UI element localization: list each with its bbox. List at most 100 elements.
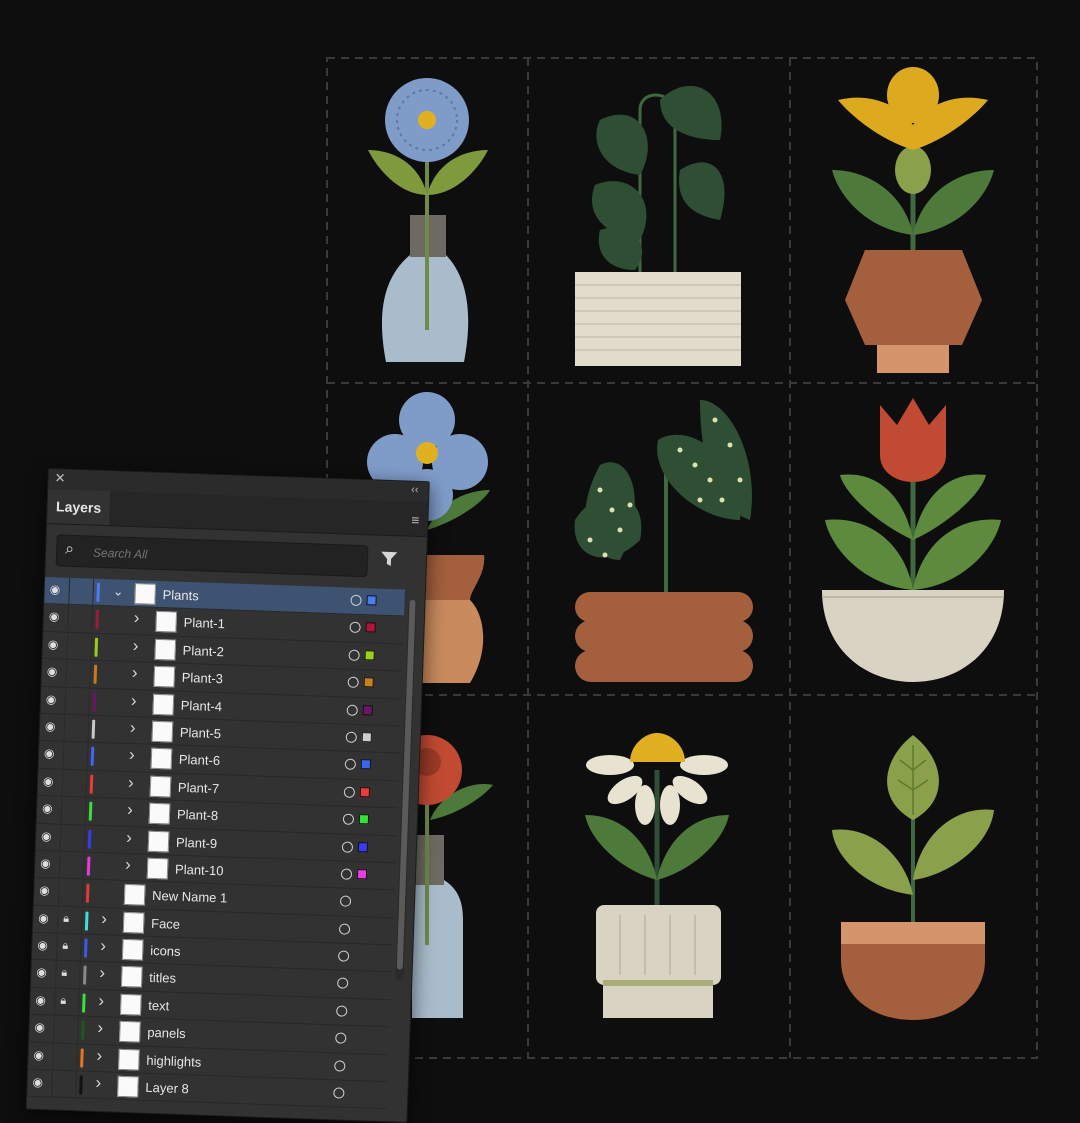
selection-indicator[interactable] <box>362 704 373 716</box>
chevron-right-icon[interactable]: › <box>101 909 107 929</box>
selection-indicator[interactable] <box>363 677 374 688</box>
chevron-right-icon[interactable]: › <box>131 691 137 711</box>
search-box[interactable]: ⌕ <box>55 534 369 578</box>
chevron-right-icon[interactable]: › <box>130 718 136 738</box>
lock-toggle[interactable]: 🔒︎ <box>56 906 83 934</box>
lock-toggle[interactable]: 🔒︎ <box>54 961 81 988</box>
selection-indicator[interactable] <box>364 649 375 661</box>
target-circle-icon[interactable] <box>348 649 360 661</box>
visibility-toggle[interactable]: ◉ <box>42 631 69 659</box>
chevron-right-icon[interactable]: › <box>127 800 133 820</box>
selection-indicator[interactable] <box>365 622 376 633</box>
panel-menu-icon[interactable]: ≡ <box>411 512 420 528</box>
target-circle-icon[interactable] <box>347 676 359 689</box>
lock-toggle[interactable] <box>68 577 95 605</box>
target-circle-icon[interactable] <box>344 758 357 771</box>
lock-toggle[interactable] <box>65 659 92 687</box>
visibility-toggle[interactable]: ◉ <box>30 960 57 988</box>
lock-toggle[interactable] <box>51 1070 77 1098</box>
visibility-toggle[interactable]: ◉ <box>44 576 71 604</box>
layer-name[interactable]: Plants <box>162 587 199 603</box>
visibility-toggle[interactable]: ◉ <box>28 1042 54 1070</box>
layer-name[interactable]: New Name 1 <box>152 888 228 906</box>
selection-indicator[interactable] <box>357 841 369 852</box>
layer-name[interactable]: panels <box>147 1025 186 1041</box>
chevron-right-icon[interactable]: › <box>100 936 106 956</box>
target-circle-icon[interactable] <box>345 731 357 743</box>
target-circle-icon[interactable] <box>349 622 361 634</box>
target-circle-icon[interactable] <box>340 868 353 880</box>
target-circle-icon[interactable] <box>350 594 362 607</box>
selection-indicator[interactable] <box>358 814 370 825</box>
lock-toggle[interactable]: 🔒︎ <box>53 988 80 1016</box>
layers-panel[interactable]: ✕ ‹‹ Layers ≡ ⌕ ◉ ⌄ Plants ◉ › Plant-1 ◉ › Plant… <box>25 468 430 1123</box>
lock-toggle[interactable] <box>67 605 94 633</box>
chevron-right-icon[interactable]: › <box>128 773 134 793</box>
lock-toggle[interactable] <box>58 851 85 879</box>
layer-name[interactable]: Plant-4 <box>181 697 223 713</box>
target-circle-icon[interactable] <box>341 841 354 853</box>
layer-name[interactable]: Plant-2 <box>182 643 224 659</box>
chevron-right-icon[interactable]: › <box>99 964 105 984</box>
layer-name[interactable]: Face <box>151 916 180 932</box>
layer-name[interactable]: titles <box>149 970 176 986</box>
selection-indicator[interactable] <box>361 732 372 743</box>
visibility-toggle[interactable]: ◉ <box>37 768 64 796</box>
double-chevron-left-icon[interactable]: ‹‹ <box>411 484 419 496</box>
layer-name[interactable]: Plant-9 <box>176 834 218 850</box>
layer-name[interactable]: Plant-7 <box>178 779 220 795</box>
chevron-right-icon[interactable]: › <box>126 827 132 847</box>
visibility-toggle[interactable]: ◉ <box>27 1069 53 1097</box>
target-circle-icon[interactable] <box>343 786 356 798</box>
layer-name[interactable]: Layer 8 <box>145 1080 189 1097</box>
chevron-right-icon[interactable]: › <box>97 1018 103 1038</box>
lock-toggle[interactable] <box>57 878 84 906</box>
lock-toggle[interactable] <box>60 796 87 824</box>
target-circle-icon[interactable] <box>335 1032 347 1045</box>
visibility-toggle[interactable]: ◉ <box>41 659 68 686</box>
target-circle-icon[interactable] <box>339 895 352 908</box>
chevron-right-icon[interactable]: › <box>98 991 104 1011</box>
chevron-right-icon[interactable]: › <box>133 608 139 628</box>
search-input[interactable] <box>90 542 346 572</box>
layer-name[interactable]: text <box>148 998 169 1014</box>
chevron-right-icon[interactable]: › <box>125 855 131 875</box>
chevron-right-icon[interactable]: › <box>96 1046 102 1066</box>
layer-name[interactable]: Plant-3 <box>182 670 224 686</box>
close-icon[interactable]: ✕ <box>54 470 65 486</box>
visibility-toggle[interactable]: ◉ <box>40 686 67 714</box>
chevron-right-icon[interactable]: › <box>95 1073 101 1093</box>
visibility-toggle[interactable]: ◉ <box>33 878 60 905</box>
chevron-right-icon[interactable]: › <box>129 745 135 765</box>
target-circle-icon[interactable] <box>333 1087 345 1099</box>
layer-name[interactable]: highlights <box>146 1052 201 1069</box>
lock-toggle[interactable] <box>64 687 91 715</box>
lock-toggle[interactable] <box>62 742 89 769</box>
visibility-toggle[interactable]: ◉ <box>39 713 66 741</box>
visibility-toggle[interactable]: ◉ <box>29 987 56 1015</box>
target-circle-icon[interactable] <box>337 950 350 962</box>
target-circle-icon[interactable] <box>338 923 351 935</box>
layer-name[interactable]: Plant-8 <box>177 807 219 823</box>
selection-indicator[interactable] <box>366 595 377 606</box>
lock-toggle[interactable] <box>61 769 88 797</box>
chevron-right-icon[interactable]: › <box>132 636 139 656</box>
layer-name[interactable]: icons <box>150 943 181 959</box>
visibility-toggle[interactable]: ◉ <box>36 795 63 823</box>
lock-toggle[interactable] <box>52 1015 79 1043</box>
visibility-toggle[interactable]: ◉ <box>43 604 70 632</box>
target-circle-icon[interactable] <box>334 1060 346 1072</box>
lock-toggle[interactable] <box>63 714 90 742</box>
target-circle-icon[interactable] <box>342 813 355 826</box>
layer-name[interactable]: Plant-10 <box>175 862 224 879</box>
visibility-toggle[interactable]: ◉ <box>28 1014 55 1042</box>
lock-toggle[interactable] <box>59 824 86 852</box>
visibility-toggle[interactable]: ◉ <box>32 905 59 933</box>
visibility-toggle[interactable]: ◉ <box>34 850 61 878</box>
layer-name[interactable]: Plant-6 <box>179 752 221 768</box>
layer-name[interactable]: Plant-1 <box>183 615 225 631</box>
layer-name[interactable]: Plant-5 <box>180 725 222 741</box>
filter-icon[interactable] <box>380 550 399 569</box>
target-circle-icon[interactable] <box>336 977 349 990</box>
visibility-toggle[interactable]: ◉ <box>31 932 58 960</box>
